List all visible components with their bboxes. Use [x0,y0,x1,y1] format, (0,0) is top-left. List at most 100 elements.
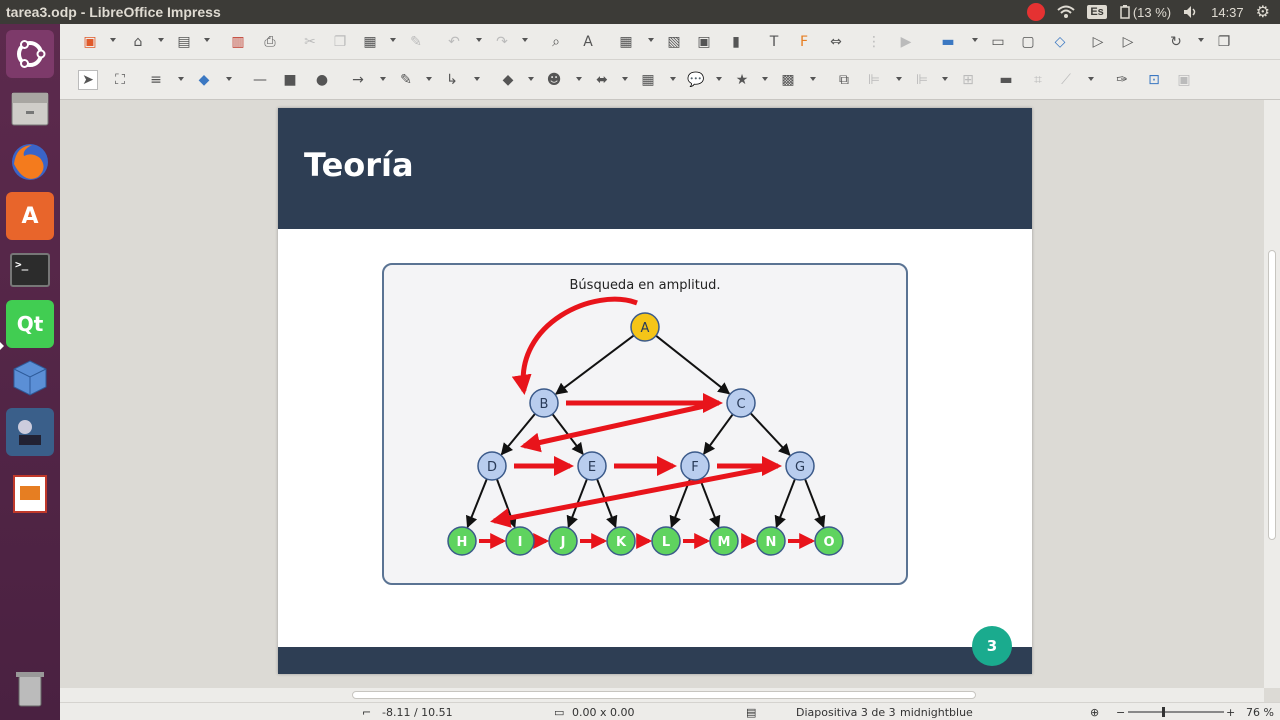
redo-icon[interactable]: ↷ [492,32,512,52]
tree-edge-C-G [749,412,791,456]
zoom-slider-handle[interactable] [1162,707,1165,717]
distribute-icon[interactable]: ⊞ [958,70,978,90]
presentation-icon[interactable]: ▣ [80,32,100,52]
top-panel: tarea3.odp - LibreOffice Impress Es (13 … [0,0,1280,24]
copy-icon[interactable]: ❐ [330,32,350,52]
qt-creator-icon[interactable]: Qt [6,300,54,348]
play-icon[interactable]: ▶ [896,32,916,52]
flowchart-icon[interactable]: ▦ [638,70,658,90]
virtualbox-icon[interactable] [6,354,54,402]
arrange-icon[interactable]: ⊫ [912,70,932,90]
line-color-icon[interactable]: ≡ [146,70,166,90]
window-title: tarea3.odp - LibreOffice Impress [6,4,221,20]
tree-node-L: L [651,526,681,556]
video-editor-icon[interactable] [6,408,54,456]
keyboard-layout-indicator[interactable]: Es [1087,5,1107,19]
tree-node-N: N [756,526,786,556]
zoom-slider[interactable] [1128,707,1224,717]
slideshow-current-icon[interactable]: ▷ [1118,32,1138,52]
fontwork-icon[interactable]: F [794,32,814,52]
clock[interactable]: 14:37 [1211,5,1244,20]
document-modified-icon[interactable]: ▤ [746,706,756,719]
zoom-level[interactable]: 76 % [1246,706,1274,719]
transition-icon[interactable]: ↻ [1166,32,1186,52]
crop-icon[interactable]: ⌗ [1028,70,1048,90]
wifi-icon[interactable] [1057,5,1076,19]
start-slideshow-icon[interactable]: ▷ [1088,32,1108,52]
settings-gear-icon[interactable]: ⚙ [1256,2,1270,22]
tree-edge-G-O [804,478,826,529]
node-label-M: M [718,535,731,550]
fit-slide-icon[interactable]: ⊕ [1090,706,1099,719]
battery-indicator[interactable]: (13 %) [1119,5,1171,20]
volume-icon[interactable] [1183,5,1199,19]
slide[interactable]: Teoría Búsqueda en amplitud. A B C D E F G H I J K… [278,108,1032,674]
select-arrow-icon[interactable]: ➤ [78,70,98,90]
trash-icon[interactable] [6,664,54,712]
save-icon[interactable]: ▤ [174,32,194,52]
shape-icon[interactable]: ◇ [1050,32,1070,52]
stars-icon[interactable]: ★ [732,70,752,90]
master-slide-icon[interactable]: ▭ [988,32,1008,52]
window-icon[interactable]: ❐ [1214,32,1234,52]
media-icon[interactable]: ▣ [694,32,714,52]
chart-icon[interactable]: ▮ [726,32,746,52]
ubuntu-dash-icon[interactable] [6,30,54,78]
connector-icon[interactable]: ↳ [442,70,462,90]
bfs-diagram[interactable]: Búsqueda en amplitud. A B C D E F G H I J K L M N O [382,263,908,585]
terminal-icon[interactable]: >_ [6,246,54,294]
files-icon[interactable] [6,84,54,132]
textbox-icon[interactable]: T [764,32,784,52]
horizontal-scrollbar-thumb[interactable] [352,691,976,699]
clone-formatting-icon[interactable]: ✎ [406,32,426,52]
undo-icon[interactable]: ↶ [444,32,464,52]
zoom-in-button[interactable]: + [1226,706,1235,719]
zoom-pan-icon[interactable]: ⛶ [110,70,130,90]
arrow-line-icon[interactable]: → [348,70,368,90]
print-icon[interactable]: ⎙ [260,32,280,52]
tree-node-I: I [505,526,535,556]
toggle-extrusion-icon[interactable]: ▣ [1174,70,1194,90]
display-views-icon[interactable]: ▬ [934,32,962,52]
grid-icon[interactable]: ⋮ [864,32,884,52]
rectangle-icon[interactable]: ■ [280,70,300,90]
curve-icon[interactable]: ✎ [396,70,416,90]
spelling-icon[interactable]: A [578,32,598,52]
software-center-icon[interactable]: A [6,192,54,240]
firefox-icon[interactable] [6,138,54,186]
image-icon[interactable]: ▧ [664,32,684,52]
unity-launcher: A >_ Qt [0,24,60,720]
paste-icon[interactable]: ▦ [360,32,380,52]
ellipse-icon[interactable]: ● [312,70,332,90]
battery-icon [1120,5,1130,19]
slide-layout-icon[interactable]: ▢ [1018,32,1038,52]
points-icon[interactable]: ✑ [1112,70,1132,90]
line-icon[interactable]: — [250,70,270,90]
tree-node-B: B [529,388,559,418]
align-icon[interactable]: ⊫ [864,70,884,90]
tree-edges [466,334,826,529]
shadow-icon[interactable]: ▬ [996,70,1016,90]
zoom-out-button[interactable]: − [1116,706,1125,719]
fill-color-icon[interactable]: ◆ [194,70,214,90]
cut-icon[interactable]: ✂ [300,32,320,52]
callouts-icon[interactable]: 💬 [686,70,706,90]
filter-icon[interactable]: ⟋ [1056,70,1076,90]
3d-objects-icon[interactable]: ▩ [778,70,798,90]
find-icon[interactable]: ⌕ [546,32,566,52]
horizontal-scrollbar[interactable] [60,688,1264,702]
transformations-icon[interactable]: ⧉ [834,70,854,90]
open-folder-icon[interactable]: ⌂ [128,32,148,52]
record-indicator-icon[interactable] [1027,3,1046,21]
hyperlink-icon[interactable]: ⇔ [826,32,846,52]
basic-shapes-icon[interactable]: ◆ [498,70,518,90]
block-arrows-icon[interactable]: ⬌ [592,70,612,90]
libreoffice-impress-icon[interactable] [6,470,54,518]
glue-points-icon[interactable]: ⊡ [1144,70,1164,90]
system-tray: Es (13 %) 14:37 ⚙ [1027,0,1280,24]
export-pdf-icon[interactable]: ▥ [228,32,248,52]
slide-title[interactable]: Teoría [304,146,414,184]
vertical-scrollbar[interactable] [1264,100,1280,688]
table-icon[interactable]: ▦ [616,32,636,52]
symbol-shapes-icon[interactable]: ☻ [544,70,564,90]
